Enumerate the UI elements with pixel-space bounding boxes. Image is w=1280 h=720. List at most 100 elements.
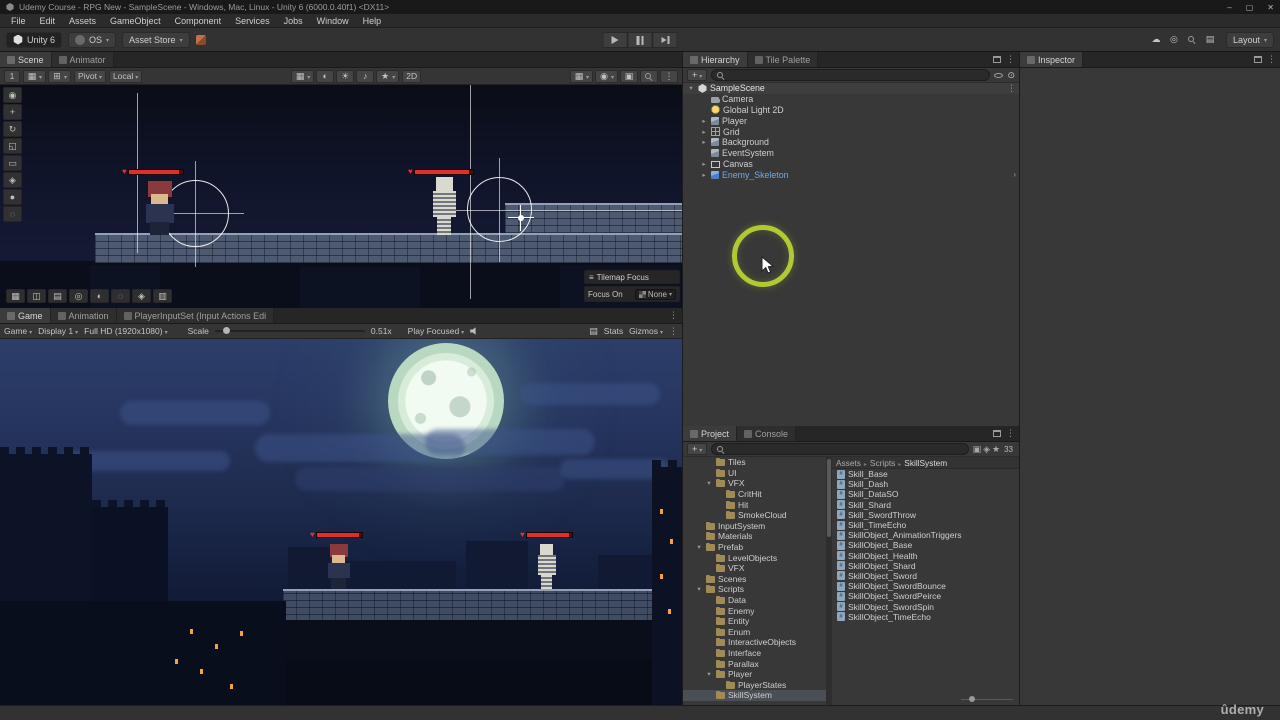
audio-toggle-icon[interactable]: ♪	[356, 69, 375, 83]
folder-item-scripts[interactable]: ▾ Scripts	[683, 584, 826, 595]
player-sprite[interactable]	[146, 181, 174, 235]
menu-item[interactable]: Edit	[33, 16, 63, 26]
unity-version-badge[interactable]: Unity 6	[6, 31, 63, 48]
folder-item-entity[interactable]: Entity	[683, 616, 826, 627]
file-item-skillobject-swordbounce[interactable]: SkillObject_SwordBounce	[832, 581, 1019, 591]
folder-item-playerstates[interactable]: PlayerStates	[683, 679, 826, 690]
folder-item-data[interactable]: Data	[683, 595, 826, 606]
snap-size-button[interactable]: 1	[4, 69, 20, 83]
game-viewport[interactable]	[0, 339, 682, 705]
file-item-skillobject-base[interactable]: SkillObject_Base	[832, 540, 1019, 550]
rect-tool[interactable]: ▭	[3, 155, 22, 171]
scale-slider[interactable]	[214, 327, 365, 334]
tab-hierarchy[interactable]: Hierarchy	[683, 52, 748, 67]
folder-item-enemy[interactable]: Enemy	[683, 605, 826, 616]
dock-icon[interactable]	[993, 56, 1001, 63]
hierarchy-search[interactable]	[711, 69, 991, 81]
hierarchy-item-global-light-2d[interactable]: Global Light 2D	[683, 105, 1019, 116]
scrollbar-thumb[interactable]	[827, 459, 831, 537]
file-item-skillobject-swordspin[interactable]: SkillObject_SwordSpin	[832, 601, 1019, 612]
expand-arrow[interactable]: ▾	[695, 585, 703, 593]
custom-tool[interactable]: ●	[3, 189, 22, 205]
step-button[interactable]	[652, 32, 678, 48]
search-icon[interactable]	[640, 69, 659, 83]
hierarchy-item-grid[interactable]: ▸ Grid	[683, 126, 1019, 137]
folder-item-smokecloud[interactable]: SmokeCloud	[683, 510, 826, 521]
rotate-tool[interactable]: ↻	[3, 121, 22, 137]
menu-item[interactable]: Assets	[62, 16, 103, 26]
panel-menu-icon[interactable]	[1006, 428, 1015, 439]
file-item-skillobject-swordpeirce[interactable]: SkillObject_SwordPeirce	[832, 591, 1019, 601]
layers-icon[interactable]: ▤	[1202, 32, 1218, 48]
folder-item-interface[interactable]: Interface	[683, 648, 826, 659]
menu-item[interactable]: Component	[168, 16, 229, 26]
panel-menu-icon[interactable]	[1267, 54, 1276, 65]
move-tool[interactable]: +	[3, 104, 22, 120]
folder-item-skillsystem[interactable]: SkillSystem	[683, 690, 826, 701]
breadcrumb-item-scripts[interactable]: Scripts	[870, 458, 901, 468]
skeleton-sprite[interactable]	[431, 177, 459, 235]
menu-item[interactable]: GameObject	[103, 16, 168, 26]
pause-button[interactable]	[627, 32, 653, 48]
tab-scene[interactable]: Scene	[0, 52, 52, 67]
layout-dropdown[interactable]: Layout	[1225, 31, 1274, 48]
label-filter-icon[interactable]: ◈	[983, 444, 990, 454]
pivot-dropdown[interactable]: Pivot	[74, 69, 106, 83]
skybox-toggle-icon[interactable]: ◐	[316, 69, 335, 83]
picker-icon[interactable]: ⊙	[1007, 70, 1015, 80]
prefab-open-chevron[interactable]: ›	[1013, 170, 1016, 179]
folder-item-crithit[interactable]: CritHit	[683, 489, 826, 500]
overlay-camera[interactable]: ◈	[132, 289, 151, 303]
project-search-input[interactable]	[728, 444, 964, 454]
tab-project[interactable]: Project	[683, 426, 738, 441]
favorite-filter-icon[interactable]: ★	[992, 444, 1000, 454]
file-item-skill-dataso[interactable]: Skill_DataSO	[832, 489, 1019, 499]
search-icon[interactable]	[1184, 32, 1200, 48]
file-item-skillobject-shard[interactable]: SkillObject_Shard	[832, 561, 1019, 571]
grid-visibility-icon[interactable]: ▦	[569, 69, 593, 83]
expand-arrow[interactable]: ▸	[700, 128, 708, 136]
effects-toggle-icon[interactable]: ★	[376, 69, 400, 83]
asset-zoom-slider[interactable]	[961, 696, 1013, 703]
scene-viewport[interactable]: ◉ + ↻ ◱ ▭ ◈ ● ◌ ▦ ◫ ▤ ◎ ◐ ◌ ◈ ▥ ≡ Tilemap Focus Focus …	[0, 85, 682, 308]
expand-arrow[interactable]: ▾	[705, 670, 713, 678]
tab-inspector[interactable]: Inspector	[1020, 52, 1084, 67]
file-item-skill-swordthrow[interactable]: Skill_SwordThrow	[832, 510, 1019, 520]
folder-item-scenes[interactable]: Scenes	[683, 574, 826, 585]
folder-item-ui[interactable]: UI	[683, 468, 826, 479]
handle-rotation-dropdown[interactable]: Local	[108, 69, 143, 83]
expand-arrow[interactable]: ▾	[687, 84, 695, 92]
tab-playerinputset-input-actions-edi[interactable]: PlayerInputSet (Input Actions Edi	[116, 308, 275, 323]
menu-item[interactable]: Services	[228, 16, 277, 26]
folder-item-hit[interactable]: Hit	[683, 499, 826, 510]
transform-tool[interactable]: ◈	[3, 172, 22, 188]
maximize-button[interactable]: ▢	[1246, 3, 1254, 12]
move-snap-icon[interactable]: ⊞	[48, 69, 72, 83]
version-control-icon[interactable]	[195, 34, 206, 45]
close-button[interactable]: ✕	[1267, 3, 1274, 12]
hierarchy-item-canvas[interactable]: ▸ Canvas	[683, 159, 1019, 170]
asset-store-dropdown[interactable]: Asset Store	[122, 31, 190, 48]
create-object-button[interactable]: +	[687, 69, 708, 81]
file-item-skillobject-health[interactable]: SkillObject_Health	[832, 551, 1019, 561]
folder-item-inputsystem[interactable]: InputSystem	[683, 521, 826, 532]
tab-tile-palette[interactable]: Tile Palette	[747, 52, 819, 67]
play-button[interactable]	[602, 32, 628, 48]
folder-item-vfx[interactable]: ▾ VFX	[683, 478, 826, 489]
menu-item[interactable]: Jobs	[277, 16, 310, 26]
account-dropdown[interactable]: OS	[68, 31, 117, 48]
folder-item-materials[interactable]: Materials	[683, 531, 826, 542]
drag-handle-icon[interactable]: ≡	[589, 273, 594, 282]
hierarchy-item-eventsystem[interactable]: EventSystem	[683, 148, 1019, 159]
zoom-slider-thumb[interactable]	[969, 696, 975, 702]
tab-animation[interactable]: Animation	[50, 308, 117, 323]
folder-item-prefab[interactable]: ▾ Prefab	[683, 542, 826, 553]
folder-item-enum[interactable]: Enum	[683, 627, 826, 638]
minimize-button[interactable]: –	[1227, 3, 1231, 12]
file-item-skill-shard[interactable]: Skill_Shard	[832, 500, 1019, 510]
overlay-more[interactable]: ▥	[153, 289, 172, 303]
hierarchy-scene-root[interactable]: ▾ SampleScene	[683, 83, 1019, 94]
overlay-grid[interactable]: ▦	[6, 289, 25, 303]
cloud-icon[interactable]: ☁	[1148, 32, 1164, 48]
scale-tool[interactable]: ◱	[3, 138, 22, 154]
